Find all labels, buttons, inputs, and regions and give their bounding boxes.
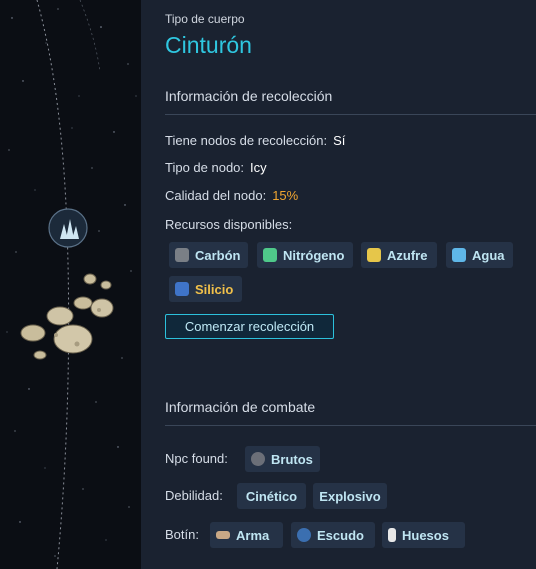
weakness-name: Cinético xyxy=(245,488,298,504)
has-nodes-row: Tiene nodos de recolección: Sí xyxy=(165,133,345,148)
node-type-value: Icy xyxy=(250,160,267,175)
shield-icon xyxy=(297,528,311,542)
weakness-chip-kinetic[interactable]: Cinético xyxy=(237,483,306,509)
npc-avatar-icon xyxy=(251,452,265,466)
has-nodes-value: Sí xyxy=(333,133,346,148)
gathering-section-title: Información de recolección xyxy=(165,88,333,104)
orbit-map xyxy=(6,0,137,569)
sulfur-icon xyxy=(367,248,381,262)
nitrogen-icon xyxy=(263,248,277,262)
gathering-node-marker xyxy=(48,208,88,248)
silicon-icon xyxy=(175,282,189,296)
npc-chip-brutes[interactable]: Brutos xyxy=(245,446,320,472)
orbit-path xyxy=(36,0,70,569)
asteroid-belt-icon xyxy=(20,273,114,360)
space-map-view[interactable] xyxy=(0,0,141,569)
loot-chip-bones[interactable]: Huesos xyxy=(382,522,465,548)
loot-chip-shield[interactable]: Escudo xyxy=(291,522,375,548)
resource-chip-water[interactable]: Agua xyxy=(446,242,513,268)
resources-label: Recursos disponibles: xyxy=(165,217,293,232)
resource-name: Azufre xyxy=(387,247,428,263)
resource-name: Carbón xyxy=(195,247,241,263)
info-panel: Tipo de cuerpo Cinturón Información de r… xyxy=(141,0,536,569)
combat-section-title: Información de combate xyxy=(165,399,316,415)
npc-name: Brutos xyxy=(271,451,313,467)
water-icon xyxy=(452,248,466,262)
start-gathering-button[interactable]: Comenzar recolección xyxy=(165,314,334,339)
weakness-name: Explosivo xyxy=(319,488,381,504)
resource-chip-nitrogen[interactable]: Nitrógeno xyxy=(257,242,353,268)
loot-name: Escudo xyxy=(317,527,364,543)
npc-label: Npc found: xyxy=(165,451,228,466)
loot-label: Botín: xyxy=(165,527,199,542)
weakness-chip-explosive[interactable]: Explosivo xyxy=(313,483,387,509)
loot-name: Arma xyxy=(236,527,270,543)
resource-name: Agua xyxy=(472,247,505,263)
node-quality-label: Calidad del nodo: xyxy=(165,188,267,203)
carbon-icon xyxy=(175,248,189,262)
resource-name: Nitrógeno xyxy=(283,247,345,263)
weapon-icon xyxy=(216,531,230,539)
node-quality-row: Calidad del nodo: 15% xyxy=(165,188,298,203)
bones-icon xyxy=(388,528,396,542)
loot-chip-weapon[interactable]: Arma xyxy=(210,522,283,548)
has-nodes-label: Tiene nodos de recolección: xyxy=(165,133,328,148)
resource-chip-carbon[interactable]: Carbón xyxy=(169,242,248,268)
combat-divider xyxy=(165,425,536,426)
body-type-label: Tipo de cuerpo xyxy=(165,12,245,26)
loot-name: Huesos xyxy=(402,527,449,543)
node-type-label: Tipo de nodo: xyxy=(165,160,245,175)
gathering-divider xyxy=(165,114,536,115)
node-quality-value: 15% xyxy=(272,188,299,203)
resource-name: Silicio xyxy=(195,281,234,297)
starfield xyxy=(6,8,137,557)
node-type-row: Tipo de nodo: Icy xyxy=(165,160,267,175)
body-type-value: Cinturón xyxy=(165,32,252,58)
resource-chip-sulfur[interactable]: Azufre xyxy=(361,242,437,268)
weakness-label: Debilidad: xyxy=(165,488,223,503)
resource-chip-silicon[interactable]: Silicio xyxy=(169,276,242,302)
